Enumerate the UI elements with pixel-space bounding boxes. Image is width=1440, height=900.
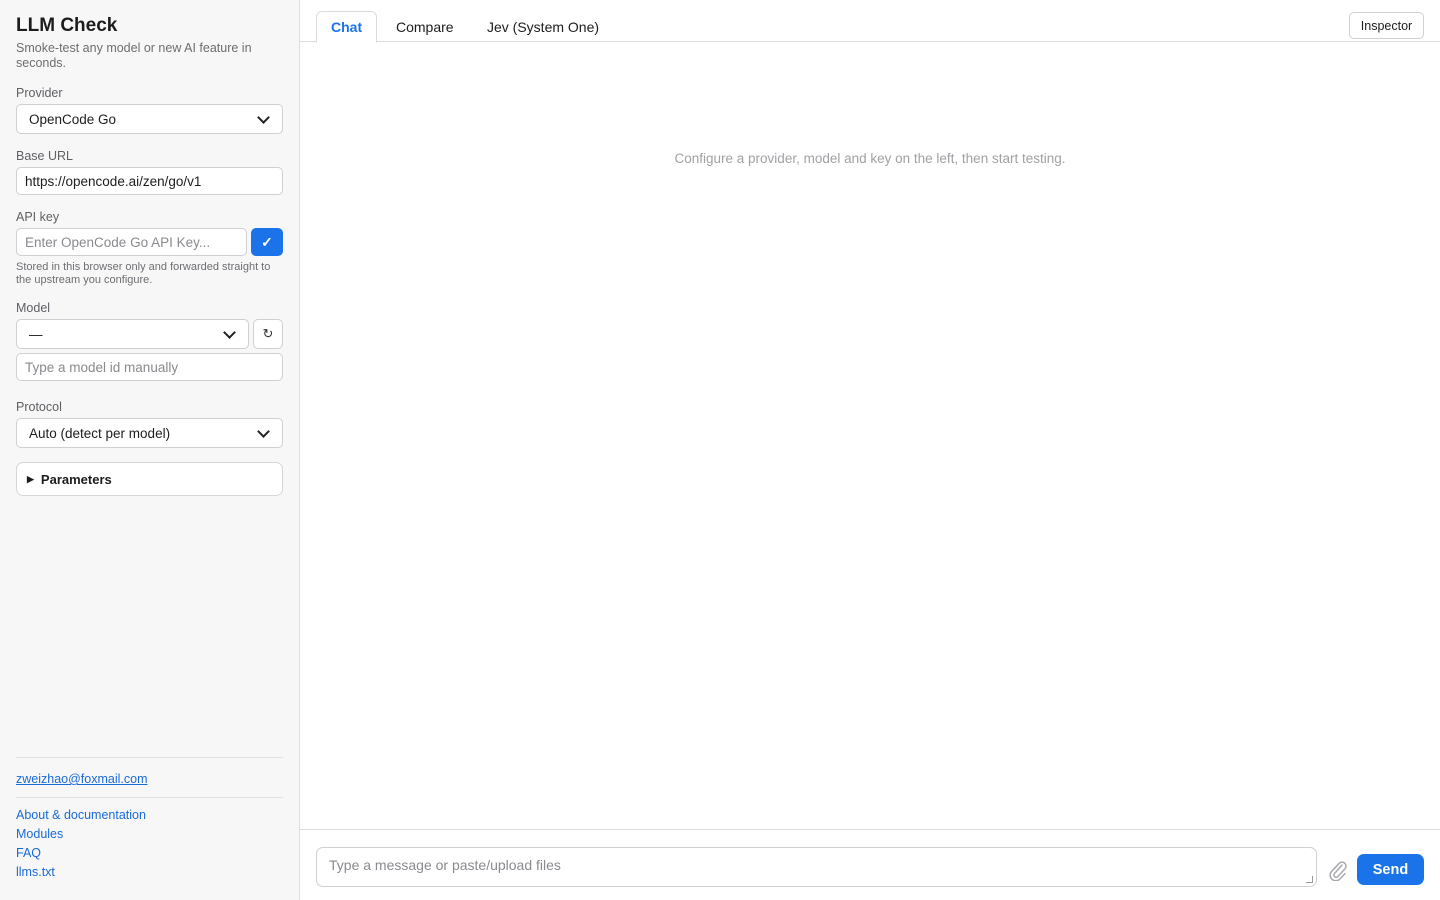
sidebar: LLM Check Smoke-test any model or new AI… [0, 0, 300, 900]
api-key-hint: Stored in this browser only and forwarde… [16, 261, 271, 286]
manual-model-placeholder: Type a model id manually [25, 359, 179, 375]
checkmark-icon: ✓ [261, 233, 273, 250]
protocol-label: Protocol [16, 400, 62, 414]
modules-link[interactable]: Modules [16, 827, 63, 841]
faq-link[interactable]: FAQ [16, 846, 41, 860]
base-url-label: Base URL [16, 149, 73, 163]
send-button[interactable]: Send [1357, 854, 1424, 885]
api-key-label: API key [16, 210, 60, 224]
divider [16, 797, 283, 798]
app-subtitle: Smoke-test any model or new AI feature i… [16, 41, 252, 70]
model-select[interactable]: — [16, 319, 249, 349]
provider-select[interactable]: OpenCode Go [16, 104, 283, 134]
chevron-down-icon [257, 424, 270, 438]
manual-model-input[interactable]: Type a model id manually [16, 353, 283, 381]
inspector-button[interactable]: Inspector [1349, 12, 1424, 39]
message-placeholder: Type a message or paste/upload files [329, 857, 561, 873]
parameters-toggle[interactable]: ▶ Parameters [16, 462, 283, 496]
tab-jev-system-one[interactable]: Jev (System One) [473, 11, 613, 42]
main-panel: Chat Compare Jev (System One) Inspector … [300, 0, 1440, 900]
provider-value: OpenCode Go [29, 111, 117, 127]
confirm-api-key-button[interactable]: ✓ [251, 228, 283, 256]
tab-compare[interactable]: Compare [382, 11, 468, 42]
paperclip-icon[interactable] [1327, 858, 1349, 882]
protocol-value: Auto (detect per model) [29, 425, 171, 441]
base-url-value: https://opencode.ai/zen/go/v1 [25, 173, 202, 189]
api-key-placeholder: Enter OpenCode Go API Key... [25, 234, 211, 250]
message-input[interactable]: Type a message or paste/upload files [316, 847, 1317, 887]
model-label: Model [16, 301, 51, 315]
paperclip-icon-graphic [1329, 861, 1347, 881]
model-value: — [29, 326, 43, 342]
tab-chat[interactable]: Chat [316, 11, 378, 43]
llms-txt-link[interactable]: llms.txt [16, 865, 55, 879]
disclosure-triangle-icon: ▶ [27, 473, 34, 484]
refresh-models-button[interactable]: ↻ [253, 319, 283, 349]
refresh-icon: ↻ [262, 326, 274, 341]
resize-handle-icon[interactable] [1306, 876, 1313, 883]
divider [16, 757, 283, 758]
tab-bar: Chat Compare Jev (System One) Inspector [300, 0, 1440, 43]
base-url-input[interactable]: https://opencode.ai/zen/go/v1 [16, 167, 283, 195]
app-title: LLM Check [16, 15, 118, 36]
contact-email-link[interactable]: zweizhao@foxmail.com [16, 772, 147, 786]
chevron-down-icon [257, 110, 270, 124]
chevron-down-icon [223, 325, 236, 339]
provider-label: Provider [16, 86, 63, 100]
empty-state-message: Configure a provider, model and key on t… [674, 151, 1066, 166]
composer: Type a message or paste/upload files Sen… [300, 829, 1440, 900]
protocol-select[interactable]: Auto (detect per model) [16, 418, 283, 448]
about-docs-link[interactable]: About & documentation [16, 808, 146, 822]
api-key-input[interactable]: Enter OpenCode Go API Key... [16, 228, 247, 256]
parameters-label: Parameters [40, 471, 112, 487]
